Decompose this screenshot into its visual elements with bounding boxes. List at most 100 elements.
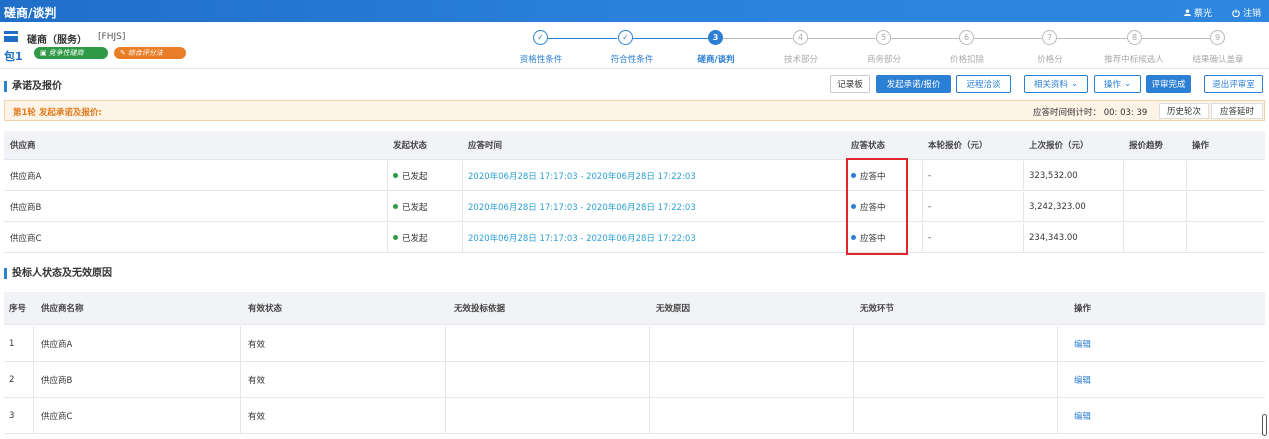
cell-divider bbox=[1186, 223, 1187, 252]
col-invalid-basis: 无效投标依据 bbox=[454, 304, 506, 314]
app-title: 磋商/谈判 bbox=[4, 6, 57, 20]
step-9-label[interactable]: 结果确认盖章 bbox=[1192, 53, 1243, 65]
cell-divider bbox=[445, 362, 446, 397]
step-connector bbox=[891, 38, 959, 39]
cell-divider bbox=[33, 326, 34, 361]
cell-divider bbox=[853, 326, 854, 361]
response-time-link[interactable]: 2020年06月28日 17:17:03 - 2020年06月28日 17:22… bbox=[468, 192, 696, 221]
logout-button[interactable]: 注销 bbox=[1232, 6, 1261, 19]
tag-evaluation-method: ✎ 综合评分法 bbox=[114, 47, 186, 59]
cell-divider bbox=[387, 192, 388, 221]
tag-procurement-method-label: 竞争性磋商 bbox=[48, 49, 84, 57]
validity: 有效 bbox=[248, 411, 266, 422]
cell-divider bbox=[240, 326, 241, 361]
step-5-marker[interactable]: 5 bbox=[876, 30, 891, 45]
cell-divider bbox=[1023, 192, 1024, 221]
step-connector bbox=[974, 38, 1042, 39]
review-complete-button[interactable]: 评审完成 bbox=[1146, 75, 1191, 93]
initiate-status-text: 已发起 bbox=[402, 233, 428, 244]
scroll-handle[interactable] bbox=[1262, 414, 1267, 436]
initiate-status-text: 已发起 bbox=[402, 202, 428, 213]
step-6-marker[interactable]: 6 bbox=[959, 30, 974, 45]
last-quote: 234,343.00 bbox=[1029, 232, 1078, 243]
tag-lock-icon: ▣ bbox=[40, 49, 47, 57]
cell-divider bbox=[853, 398, 854, 433]
step-7-label[interactable]: 价格分 bbox=[1037, 53, 1063, 65]
operate-dropdown[interactable]: 操作 ⌄ bbox=[1094, 75, 1141, 93]
countdown: 应答时间倒计时： 00: 03: 39 bbox=[1033, 106, 1147, 118]
top-bar: 磋商/谈判 蔡光 注销 bbox=[0, 0, 1269, 22]
exit-review-room-button[interactable]: 退出评审室 bbox=[1204, 75, 1263, 93]
cell-divider bbox=[1023, 223, 1024, 252]
cell-divider bbox=[922, 223, 923, 252]
row-index: 2 bbox=[9, 374, 15, 385]
step-3-marker[interactable]: 3 bbox=[708, 30, 723, 45]
initiate-quote-button[interactable]: 发起承诺/报价 bbox=[876, 75, 951, 93]
cell-divider bbox=[1123, 192, 1124, 221]
status-dot bbox=[393, 204, 398, 209]
step-connector bbox=[1057, 38, 1127, 39]
step-1-label[interactable]: 资格性条件 bbox=[520, 53, 563, 65]
cell-divider bbox=[1123, 161, 1124, 190]
response-time-link[interactable]: 2020年06月28日 17:17:03 - 2020年06月28日 17:22… bbox=[468, 223, 696, 252]
cell-divider bbox=[462, 192, 463, 221]
tag-pen-icon: ✎ bbox=[120, 49, 126, 57]
user-name: 蔡光 bbox=[1194, 9, 1213, 19]
edit-link[interactable]: 编辑 bbox=[1074, 398, 1091, 433]
supplier-name: 供应商C bbox=[41, 411, 73, 422]
col-supplier-name: 供应商名称 bbox=[41, 304, 84, 314]
edit-link[interactable]: 编辑 bbox=[1074, 326, 1091, 361]
col-response-time: 应答时间 bbox=[468, 141, 503, 151]
cell-divider bbox=[853, 362, 854, 397]
cell-divider bbox=[445, 398, 446, 433]
step-1-check-icon[interactable]: ✓ bbox=[533, 30, 548, 45]
cell-divider bbox=[387, 223, 388, 252]
col-initiate-status: 发起状态 bbox=[393, 141, 428, 151]
response-delay-button[interactable]: 应答延时 bbox=[1211, 103, 1263, 119]
step-3-label[interactable]: 磋商/谈判 bbox=[697, 53, 734, 65]
supplier-name: 供应商C bbox=[10, 233, 42, 244]
cell-divider bbox=[649, 326, 650, 361]
history-rounds-button[interactable]: 历史轮次 bbox=[1159, 103, 1209, 119]
table-row: 供应商C 已发起 2020年06月28日 17:17:03 - 2020年06月… bbox=[4, 223, 1265, 253]
step-9-marker[interactable]: 9 bbox=[1210, 30, 1225, 45]
col-index: 序号 bbox=[9, 304, 27, 314]
cell-divider bbox=[922, 192, 923, 221]
supplier-name: 供应商B bbox=[41, 375, 73, 386]
step-6-label[interactable]: 价格扣除 bbox=[950, 53, 984, 65]
step-connector bbox=[548, 38, 617, 39]
header-divider bbox=[0, 68, 1269, 69]
related-materials-dropdown[interactable]: 相关资料 ⌄ bbox=[1024, 75, 1088, 93]
response-time-link[interactable]: 2020年06月28日 17:17:03 - 2020年06月28日 17:22… bbox=[468, 161, 696, 190]
step-connector bbox=[1142, 38, 1210, 39]
cell-divider bbox=[1123, 223, 1124, 252]
cell-divider bbox=[922, 161, 923, 190]
cell-divider bbox=[462, 161, 463, 190]
edit-link[interactable]: 编辑 bbox=[1074, 362, 1091, 397]
user-menu[interactable]: 蔡光 bbox=[1184, 6, 1212, 19]
record-board-button[interactable]: 记录板 bbox=[830, 75, 870, 93]
bidder-table-header: 序号 供应商名称 有效状态 无效投标依据 无效原因 无效环节 操作 bbox=[4, 292, 1265, 325]
step-7-marker[interactable]: 7 bbox=[1042, 30, 1057, 45]
cell-divider bbox=[240, 362, 241, 397]
step-8-marker[interactable]: 8 bbox=[1127, 30, 1142, 45]
cell-divider bbox=[649, 362, 650, 397]
power-icon bbox=[1232, 8, 1240, 17]
step-connector bbox=[633, 38, 708, 39]
cell-divider bbox=[1186, 161, 1187, 190]
step-8-label[interactable]: 推荐中标候选人 bbox=[1104, 53, 1164, 65]
tag-evaluation-method-label: 综合评分法 bbox=[127, 49, 163, 57]
validity: 有效 bbox=[248, 375, 266, 386]
bidder-section-title: 投标人状态及无效原因 bbox=[4, 268, 112, 279]
step-5-label[interactable]: 商务部分 bbox=[867, 53, 901, 65]
package-name: 磋商（服务） bbox=[27, 35, 87, 46]
step-2-label[interactable]: 符合性条件 bbox=[611, 53, 654, 65]
initiate-status-text: 已发起 bbox=[402, 171, 428, 182]
table-row: 2 供应商B 有效 编辑 bbox=[4, 362, 1265, 398]
step-4-label[interactable]: 技术部分 bbox=[784, 53, 818, 65]
step-2-check-icon[interactable]: ✓ bbox=[618, 30, 633, 45]
col-operation: 操作 bbox=[1192, 141, 1210, 151]
col-invalid-stage: 无效环节 bbox=[860, 304, 895, 314]
remote-negotiation-button[interactable]: 远程洽谈 bbox=[956, 75, 1011, 93]
step-4-marker[interactable]: 4 bbox=[793, 30, 808, 45]
